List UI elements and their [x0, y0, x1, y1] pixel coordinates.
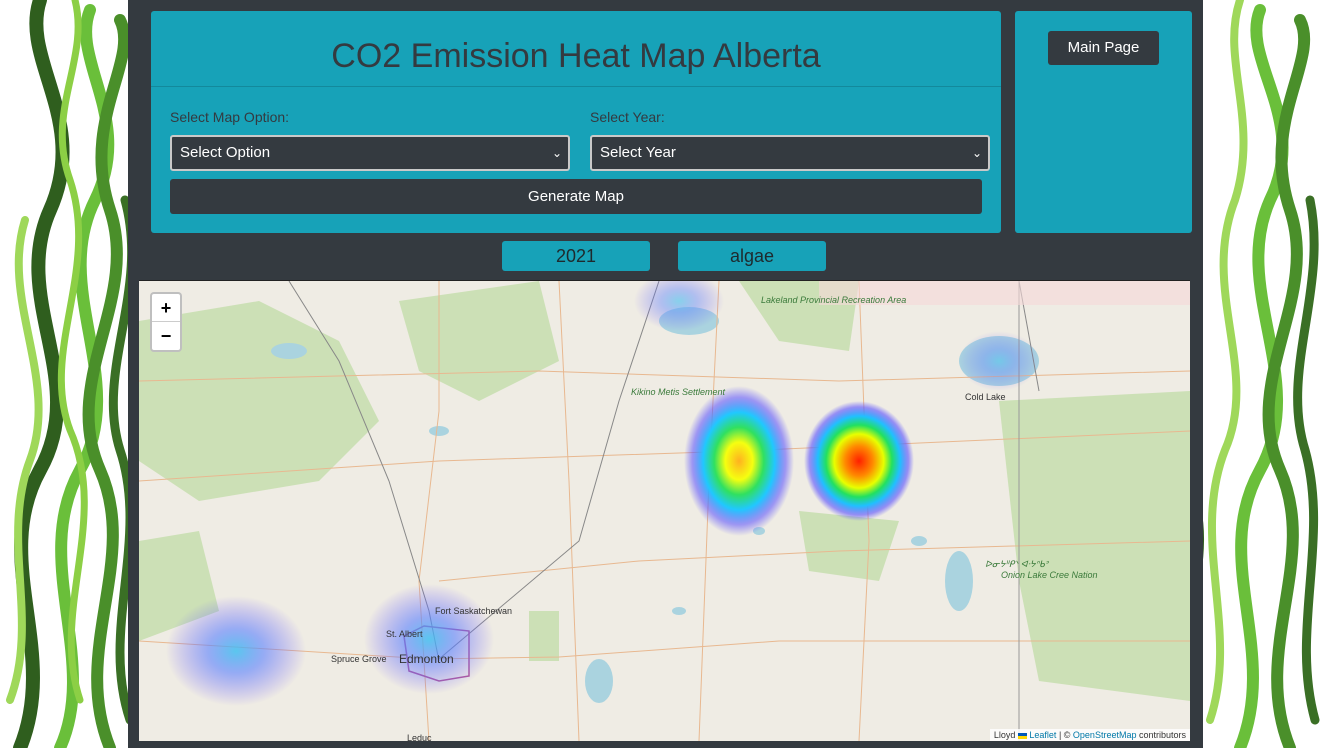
zoom-control: + −	[150, 292, 182, 352]
map-option-label: Select Map Option:	[170, 109, 290, 125]
page-title: CO2 Emission Heat Map Alberta	[331, 37, 821, 75]
header-divider	[151, 86, 1001, 87]
place-lakeland: Lakeland Provincial Recreation Area	[761, 295, 906, 305]
attribution-contributors: contributors	[1136, 730, 1186, 740]
zoom-out-button[interactable]: −	[152, 322, 180, 350]
header-panel: CO2 Emission Heat Map Alberta Select Map…	[151, 11, 1001, 233]
place-leduc: Leduc	[407, 733, 432, 741]
map-tiles	[139, 281, 1190, 741]
year-select[interactable]: Select Year ⌄	[590, 135, 990, 171]
heat-spot-edmonton	[364, 584, 494, 694]
year-label: Select Year:	[590, 109, 665, 125]
chevron-down-icon: ⌄	[971, 146, 982, 160]
osm-link[interactable]: OpenStreetMap	[1073, 730, 1137, 740]
place-spruce-grove: Spruce Grove	[331, 654, 387, 664]
heat-spot-lakeland	[684, 386, 794, 536]
ukraine-flag-icon	[1017, 732, 1027, 739]
place-edmonton: Edmonton	[399, 652, 454, 666]
heat-map[interactable]: Lakeland Provincial Recreation Area Kiki…	[139, 280, 1190, 741]
attribution-separator: | ©	[1056, 730, 1073, 740]
leaflet-link[interactable]: Leaflet	[1029, 730, 1056, 740]
selected-option-badge: algae	[678, 241, 826, 271]
place-kikino: Kikino Metis Settlement	[631, 387, 726, 397]
map-attribution: Lloyd Leaflet | © OpenStreetMap contribu…	[989, 729, 1190, 741]
place-onion-lake: Onion Lake Cree Nation	[1001, 570, 1098, 580]
side-panel: Main Page	[1015, 11, 1192, 233]
year-value: Select Year	[600, 144, 676, 161]
selected-year-badge: 2021	[502, 241, 650, 271]
main-page-button[interactable]: Main Page	[1048, 31, 1159, 65]
heat-spot-spruce-grove	[166, 596, 306, 706]
heat-spot-cold-lake-area	[804, 401, 914, 521]
map-option-select[interactable]: Select Option ⌄	[170, 135, 570, 171]
map-option-value: Select Option	[180, 144, 271, 161]
app-container: CO2 Emission Heat Map Alberta Select Map…	[128, 0, 1203, 748]
place-fort-saskatchewan: Fort Saskatchewan	[435, 606, 513, 616]
place-cold-lake: Cold Lake	[965, 392, 1006, 402]
chevron-down-icon: ⌄	[551, 146, 562, 160]
place-lloyd: Lloyd	[993, 730, 1016, 740]
zoom-in-button[interactable]: +	[152, 294, 180, 322]
place-st-albert: St. Albert	[386, 629, 423, 639]
place-onion-lake-syllabics: ᐅᓂᔭᐦᑭᐠ ᐊᐧᔭᐢᑲᐣ	[985, 559, 1049, 569]
generate-map-button[interactable]: Generate Map	[170, 179, 982, 214]
